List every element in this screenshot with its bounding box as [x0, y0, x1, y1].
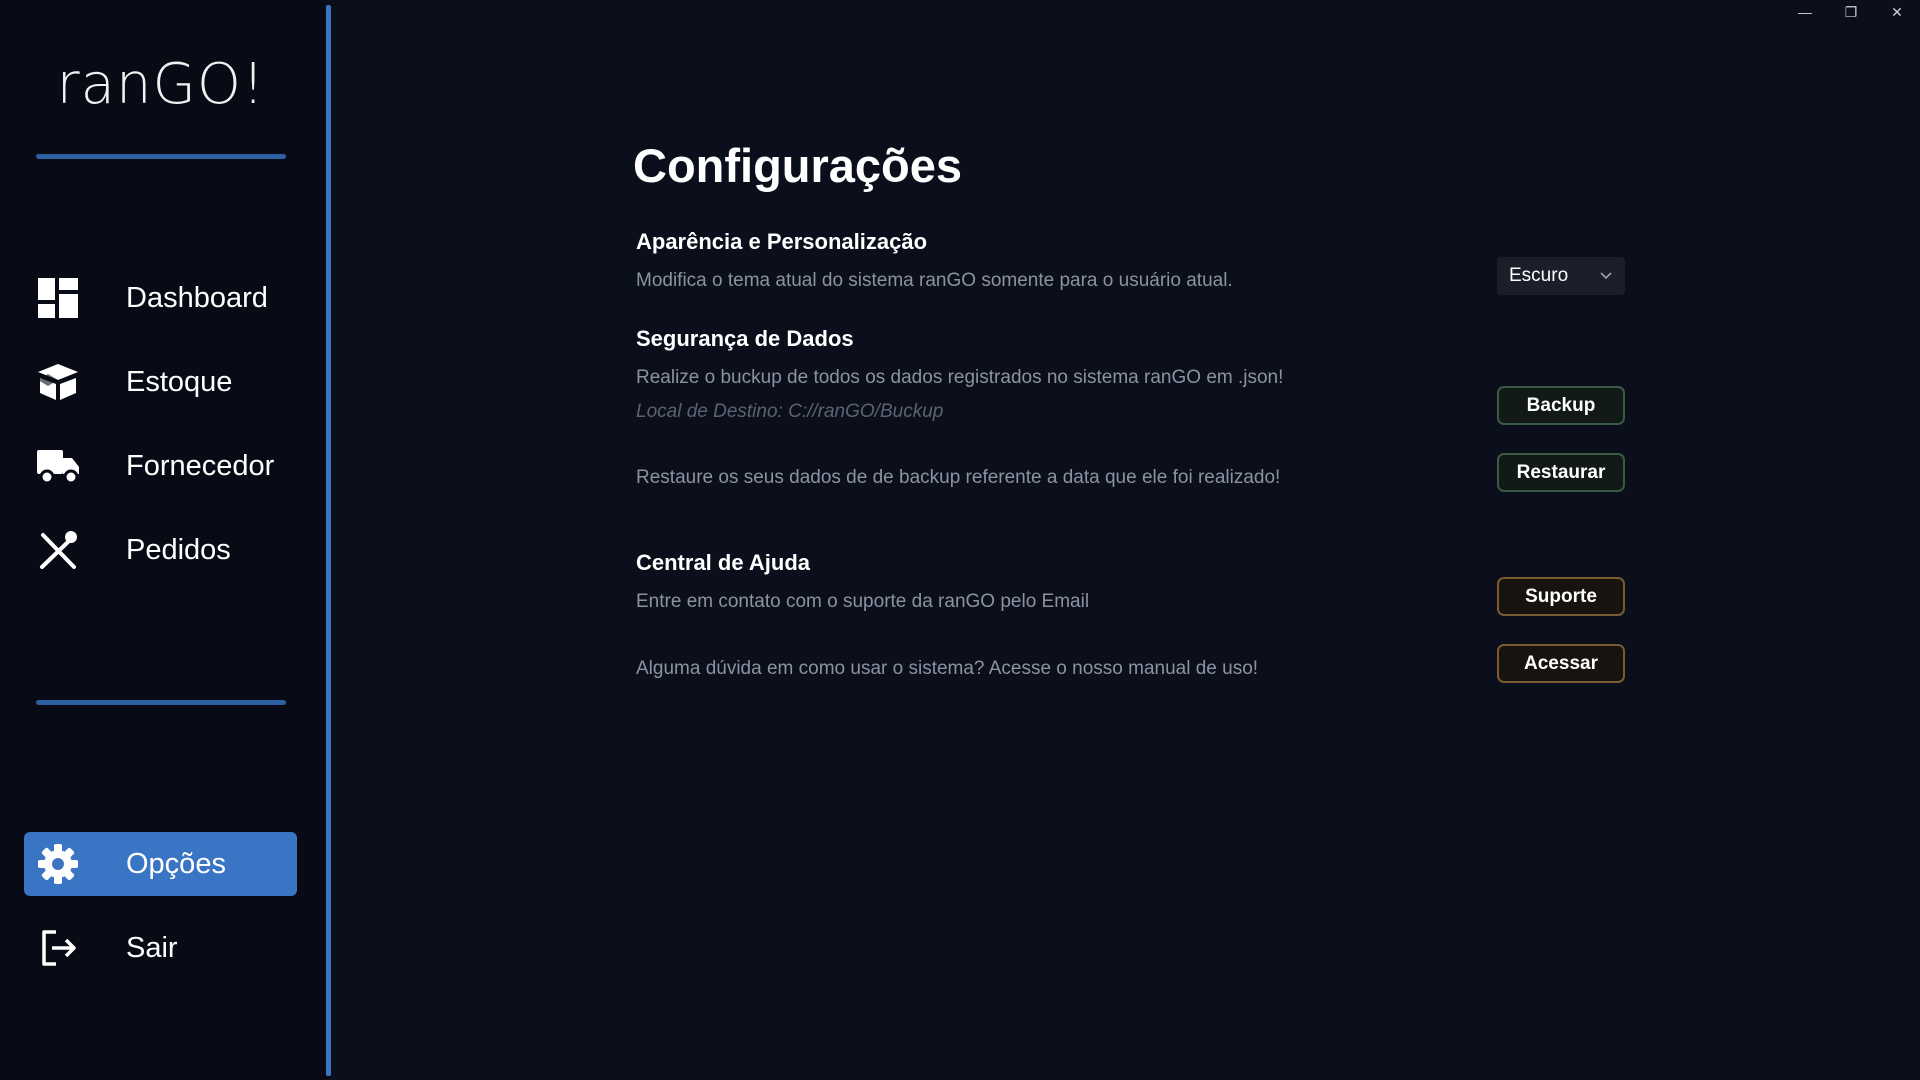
sidebar-item-dashboard[interactable]: Dashboard	[24, 266, 297, 330]
sidebar-border	[326, 5, 331, 1076]
minimize-icon: —	[1798, 4, 1812, 20]
sidebar-divider-bottom	[36, 700, 286, 705]
close-button[interactable]: ✕	[1874, 0, 1920, 24]
appearance-description: Modifica o tema atual do sistema ranGO s…	[636, 270, 1233, 291]
sidebar-item-label: Estoque	[126, 365, 233, 398]
gear-icon	[34, 840, 82, 888]
restore-button[interactable]: ❐	[1828, 0, 1874, 24]
sidebar-item-label: Sair	[126, 931, 178, 964]
app-logo: ranGO!	[56, 52, 266, 117]
box-icon	[34, 358, 82, 406]
appearance-section-title: Aparência e Personalização	[636, 229, 928, 254]
support-description: Entre em contato com o suporte da ranGO …	[636, 591, 1090, 612]
restore-description: Restaure os seus dados de de backup refe…	[636, 467, 1281, 488]
close-icon: ✕	[1891, 3, 1903, 20]
security-section-title: Segurança de Dados	[636, 326, 854, 351]
truck-icon	[34, 442, 82, 490]
manual-button[interactable]: Acessar	[1497, 644, 1625, 683]
sidebar-item-sair[interactable]: Sair	[24, 916, 297, 980]
restore-icon: ❐	[1844, 3, 1858, 20]
sidebar: ranGO! Dashboard Estoque Fornecedor Pedi…	[0, 0, 327, 1080]
help-section-title: Central de Ajuda	[636, 550, 810, 575]
sidebar-item-label: Opções	[126, 847, 226, 880]
sidebar-item-pedidos[interactable]: Pedidos	[24, 518, 297, 582]
sidebar-item-estoque[interactable]: Estoque	[24, 350, 297, 414]
sidebar-item-label: Dashboard	[126, 281, 268, 314]
sidebar-item-opcoes[interactable]: Opções	[24, 832, 297, 896]
sidebar-item-fornecedor[interactable]: Fornecedor	[24, 434, 297, 498]
dashboard-icon	[34, 274, 82, 322]
theme-select[interactable]: Escuro	[1497, 257, 1625, 295]
support-button[interactable]: Suporte	[1497, 577, 1625, 616]
sidebar-item-label: Pedidos	[126, 533, 231, 566]
sidebar-item-label: Fornecedor	[126, 449, 275, 482]
minimize-button[interactable]: —	[1782, 0, 1828, 24]
logout-icon	[34, 924, 82, 972]
chevron-down-icon	[1599, 265, 1613, 287]
sidebar-divider-top	[36, 154, 286, 159]
backup-button[interactable]: Backup	[1497, 386, 1625, 425]
utensils-icon	[34, 526, 82, 574]
manual-description: Alguma dúvida em como usar o sistema? Ac…	[636, 658, 1259, 679]
page-title: Configurações	[633, 139, 963, 192]
backup-path: Local de Destino: C://ranGO/Buckup	[636, 401, 944, 422]
restore-button[interactable]: Restaurar	[1497, 453, 1625, 492]
backup-description: Realize o buckup de todos os dados regis…	[636, 367, 1284, 388]
theme-select-value: Escuro	[1509, 265, 1569, 286]
